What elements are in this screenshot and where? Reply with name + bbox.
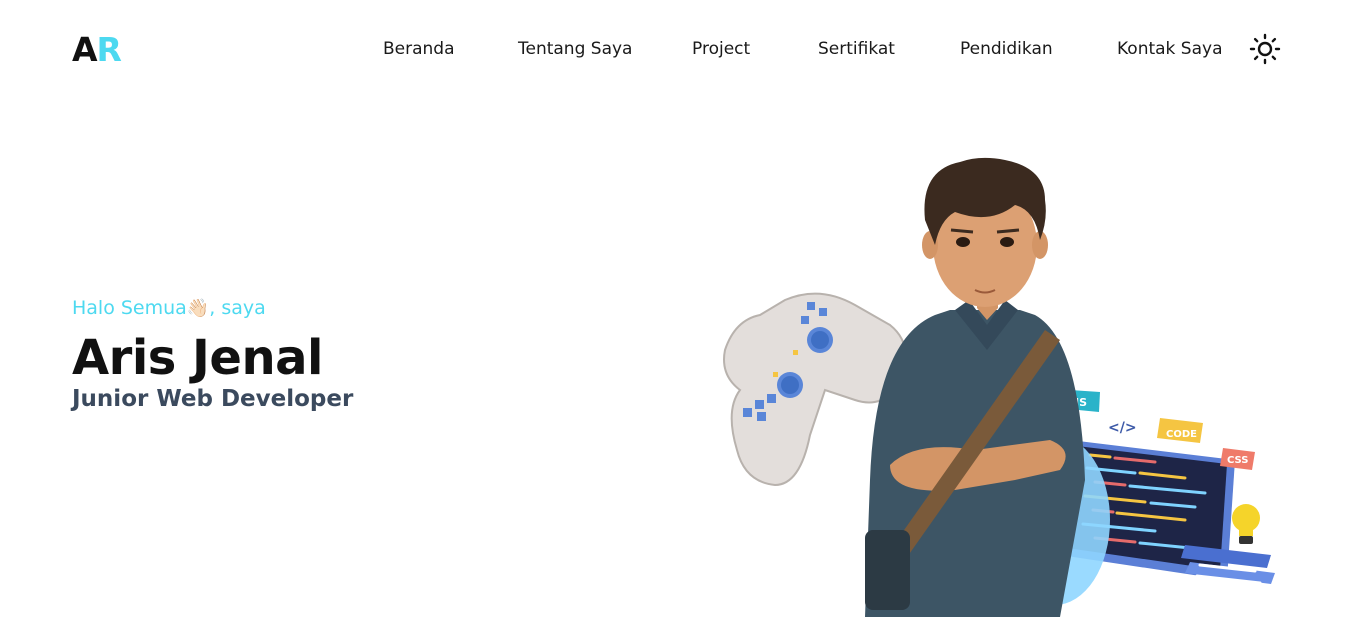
waving-hand-icon: 👋🏻 xyxy=(186,298,210,319)
hero-greeting: Halo Semua👋🏻, saya xyxy=(72,295,353,322)
code-tag-label: </> xyxy=(1108,420,1137,436)
nav-item-kontak-saya[interactable]: Kontak Saya xyxy=(1117,38,1223,60)
greeting-suffix: , saya xyxy=(209,297,266,319)
nav-item-tentang-saya[interactable]: Tentang Saya xyxy=(518,38,632,60)
logo[interactable]: AR xyxy=(72,30,122,70)
navbar: AR Beranda Tentang Saya Project Sertifik… xyxy=(0,0,1347,100)
nav-item-pendidikan[interactable]: Pendidikan xyxy=(960,38,1053,60)
character-illustration xyxy=(865,157,1085,617)
theme-toggle-button[interactable] xyxy=(1249,33,1281,65)
svg-text:CODE: CODE xyxy=(1166,429,1197,440)
svg-text:CSS: CSS xyxy=(1227,455,1248,466)
nav-item-project[interactable]: Project xyxy=(692,38,750,60)
greeting-text: Halo Semua xyxy=(72,297,187,319)
lightbulb-icon xyxy=(1232,504,1260,544)
logo-letter-r: R xyxy=(96,30,122,69)
hero-name: Aris Jenal xyxy=(72,330,323,386)
sun-icon xyxy=(1249,33,1281,65)
hero-role: Junior Web Developer xyxy=(72,386,354,412)
hero-illustration: JS </> CODE CSS xyxy=(715,150,1295,617)
nav-item-sertifikat[interactable]: Sertifikat xyxy=(818,38,895,60)
logo-letter-a: A xyxy=(72,30,98,69)
nav-item-beranda[interactable]: Beranda xyxy=(383,38,455,60)
code-badge: CODE xyxy=(1157,418,1203,443)
hero-intro: Halo Semua👋🏻, saya Aris Jenal Junior Web… xyxy=(72,295,353,414)
